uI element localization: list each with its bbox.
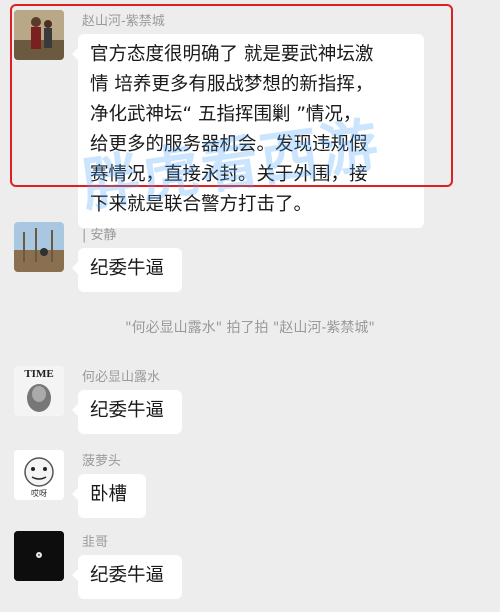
avatar-label: 哎呀	[31, 489, 47, 498]
avatar-label: TIME	[24, 368, 53, 380]
avatar-photo-icon	[14, 222, 64, 272]
message-bubble[interactable]: 纪委牛逼	[72, 390, 182, 434]
sender-name: 何必显山露水	[82, 370, 161, 385]
message-bubble[interactable]: 纪委牛逼	[72, 555, 182, 599]
sender-name: 韭哥	[82, 535, 109, 550]
avatar[interactable]	[14, 222, 64, 272]
avatar[interactable]	[14, 531, 64, 581]
sender-name: 菠萝头	[82, 454, 122, 469]
system-message: "何必显山露水" 拍了拍 "赵山河-紫禁城"	[125, 320, 375, 336]
dark-avatar-icon	[14, 531, 64, 581]
avatar[interactable]: TIME	[14, 366, 64, 416]
avatar[interactable]: 哎呀	[14, 450, 64, 500]
time-magazine-icon: TIME	[14, 366, 64, 416]
sender-name: | 安静	[82, 228, 117, 243]
message-bubble[interactable]: 卧槽	[72, 474, 146, 518]
message-bubble[interactable]: 纪委牛逼	[72, 248, 182, 292]
meme-face-icon: 哎呀	[14, 450, 64, 500]
